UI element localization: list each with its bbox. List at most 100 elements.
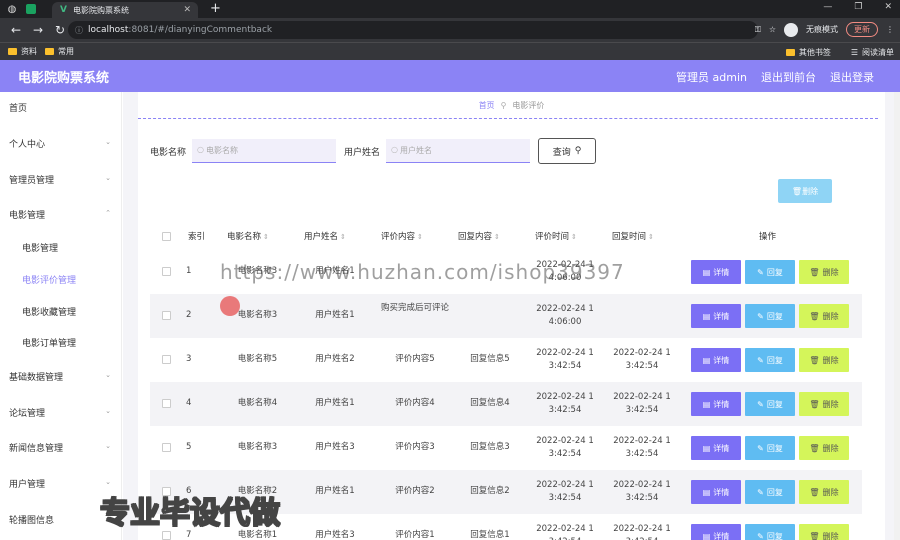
- globe-icon[interactable]: ◍: [6, 3, 18, 15]
- cell-user: 用户姓名2: [315, 354, 355, 364]
- cell-movie: 电影名称3: [237, 442, 278, 452]
- cell-user: 用户姓名1: [315, 310, 355, 320]
- delete-button[interactable]: 🗑 删除: [799, 436, 849, 460]
- header-comment[interactable]: 评价内容 ⇕: [381, 230, 423, 242]
- reading-list[interactable]: ☰ 阅读清单: [851, 47, 894, 58]
- reply-button-label: 回复: [766, 311, 783, 321]
- batch-delete-button[interactable]: 🗑 删除: [778, 179, 832, 203]
- delete-button-label: 删除: [822, 443, 839, 453]
- url-field[interactable]: ⓘ localhost:8081/#/dianyingCommentback: [68, 21, 758, 39]
- reply-button[interactable]: ✎ 回复: [745, 348, 795, 372]
- sidebar-item-user[interactable]: 用户管理: [9, 477, 45, 490]
- user-name-label: 用户姓名: [344, 147, 381, 158]
- bookmark-folder[interactable]: 常用: [45, 46, 74, 57]
- sidebar-item-comment[interactable]: 电影评价管理: [22, 273, 76, 286]
- delete-button[interactable]: 🗑 删除: [799, 260, 849, 284]
- cell-reply-time-time: 3:42:54: [625, 405, 659, 415]
- sidebar-item-news[interactable]: 新闻信息管理: [9, 441, 63, 454]
- detail-button[interactable]: ▤ 详情: [691, 524, 741, 540]
- breadcrumb-home[interactable]: 首页: [479, 101, 495, 110]
- reply-button[interactable]: ✎ 回复: [745, 436, 795, 460]
- detail-button[interactable]: ▤ 详情: [691, 392, 741, 416]
- row-checkbox[interactable]: [162, 355, 171, 364]
- movie-name-label: 电影名称: [150, 147, 187, 158]
- detail-button[interactable]: ▤ 详情: [691, 436, 741, 460]
- detail-button[interactable]: ▤ 详情: [691, 480, 741, 504]
- cell-reply-time: 2022-02-24 1 3:42:54: [607, 391, 677, 417]
- row-checkbox[interactable]: [162, 399, 171, 408]
- key-icon[interactable]: ⚿: [755, 25, 761, 35]
- other-bookmarks[interactable]: 其他书签: [785, 47, 831, 58]
- reply-button[interactable]: ✎ 回复: [745, 524, 795, 540]
- sidebar-item-forum[interactable]: 论坛管理: [9, 406, 45, 419]
- row-checkbox[interactable]: [162, 311, 171, 320]
- cell-reply: 回复信息3: [470, 442, 510, 452]
- delete-button[interactable]: 🗑 删除: [799, 348, 849, 372]
- header-movie[interactable]: 电影名称 ⇕: [227, 230, 269, 242]
- detail-button[interactable]: ▤ 详情: [691, 348, 741, 372]
- edit-icon: ✎: [757, 443, 764, 453]
- reply-button[interactable]: ✎ 回复: [745, 392, 795, 416]
- bookmark-folder[interactable]: 资料: [8, 46, 37, 57]
- reply-button[interactable]: ✎ 回复: [745, 304, 795, 328]
- header-reply-time[interactable]: 回复时间 ⇕: [612, 230, 654, 242]
- star-icon[interactable]: ☆: [769, 25, 776, 34]
- delete-button[interactable]: 🗑 删除: [799, 304, 849, 328]
- exit-to-front-link[interactable]: 退出到前台: [761, 69, 816, 85]
- forward-icon[interactable]: →: [32, 23, 44, 37]
- browser-tab[interactable]: V 电影院购票系统 ✕: [52, 2, 198, 18]
- more-icon[interactable]: ⋮: [886, 25, 894, 34]
- sheet-icon[interactable]: [26, 4, 36, 14]
- update-button[interactable]: 更新: [846, 22, 878, 37]
- watermark-text: https://www.huzhan.com/ishop39397: [220, 260, 625, 284]
- close-window-icon[interactable]: ✕: [884, 2, 892, 12]
- sidebar-item-carousel[interactable]: 轮播图信息: [9, 513, 54, 526]
- row-checkbox[interactable]: [162, 531, 171, 540]
- row-checkbox[interactable]: [162, 443, 171, 452]
- reply-button[interactable]: ✎ 回复: [745, 480, 795, 504]
- header-user[interactable]: 用户姓名 ⇕: [304, 230, 346, 242]
- delete-button[interactable]: 🗑 删除: [799, 392, 849, 416]
- cell-comment-time-time: 3:42:54: [548, 449, 582, 459]
- sidebar-item-base-data[interactable]: 基础数据管理: [9, 370, 63, 383]
- incognito-icon[interactable]: [784, 22, 798, 37]
- header-reply[interactable]: 回复内容 ⇕: [458, 230, 500, 242]
- sidebar-item-movie-group[interactable]: 电影管理: [9, 208, 45, 221]
- cell-user: 用户姓名3: [315, 442, 355, 452]
- delete-button[interactable]: 🗑 删除: [799, 480, 849, 504]
- info-icon[interactable]: ⓘ: [75, 25, 83, 36]
- delete-button[interactable]: 🗑 删除: [799, 524, 849, 540]
- reply-button[interactable]: ✎ 回复: [745, 260, 795, 284]
- sidebar-item-personal[interactable]: 个人中心: [9, 137, 45, 150]
- detail-icon: ▤: [702, 399, 711, 409]
- header-comment-time[interactable]: 评价时间 ⇕: [535, 230, 577, 242]
- minimize-icon[interactable]: —: [823, 2, 832, 12]
- scrollbar[interactable]: [894, 92, 900, 540]
- query-button[interactable]: 查询 ⚲: [538, 138, 597, 164]
- cell-comment-time-date: 2022-02-24 1: [536, 480, 594, 490]
- edit-icon: ✎: [757, 311, 764, 321]
- chevron-down-icon: ⌄: [105, 371, 111, 379]
- detail-button-label: 详情: [713, 355, 730, 365]
- sidebar-item-home[interactable]: 首页: [9, 101, 27, 114]
- header-actions: 操作: [759, 232, 777, 242]
- detail-icon: ▤: [702, 311, 711, 321]
- sidebar-item-order[interactable]: 电影订单管理: [22, 336, 76, 349]
- sidebar-item-favorite[interactable]: 电影收藏管理: [22, 305, 76, 318]
- detail-button[interactable]: ▤ 详情: [691, 304, 741, 328]
- back-icon[interactable]: ←: [10, 23, 22, 37]
- row-checkbox[interactable]: [162, 267, 171, 276]
- cell-comment-time-date: 2022-02-24 1: [536, 348, 594, 358]
- reload-icon[interactable]: ↻: [54, 23, 66, 37]
- detail-button[interactable]: ▤ 详情: [691, 260, 741, 284]
- select-all-checkbox[interactable]: [162, 232, 171, 241]
- movie-name-input[interactable]: ○ 电影名称: [192, 139, 337, 163]
- restore-icon[interactable]: ❐: [854, 2, 862, 12]
- chevron-down-icon: ⌄: [105, 407, 111, 415]
- close-tab-icon[interactable]: ✕: [183, 5, 191, 15]
- logout-link[interactable]: 退出登录: [830, 69, 874, 85]
- sidebar-item-movie[interactable]: 电影管理: [22, 241, 58, 254]
- new-tab-button[interactable]: +: [210, 1, 221, 16]
- user-name-input[interactable]: ○ 用户姓名: [386, 139, 531, 163]
- sidebar-item-admin[interactable]: 管理员管理: [9, 173, 54, 186]
